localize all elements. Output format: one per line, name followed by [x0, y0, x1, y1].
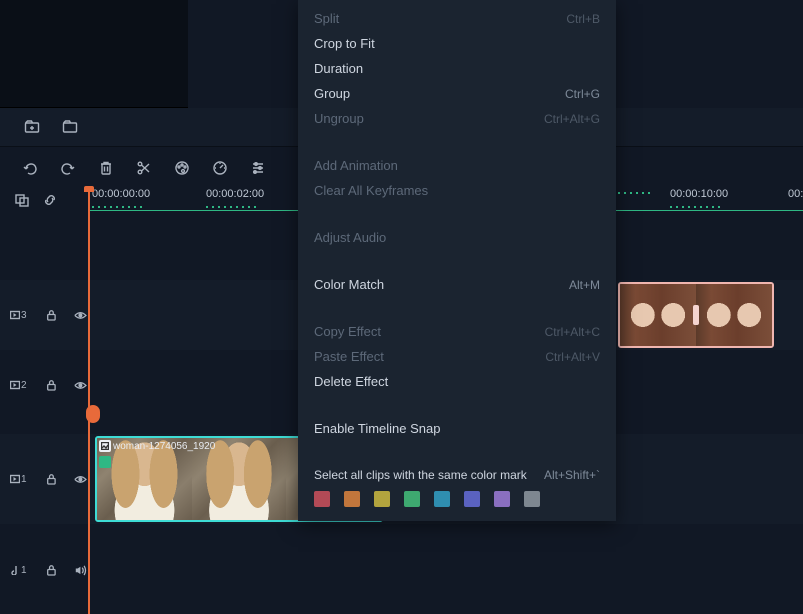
- color-swatch[interactable]: [464, 491, 480, 507]
- delete-icon[interactable]: [98, 160, 114, 176]
- ruler-tick: 00:00:10:00: [670, 188, 728, 200]
- playhead-handle[interactable]: [86, 405, 100, 423]
- context-menu: SplitCtrl+B Crop to Fit Duration GroupCt…: [298, 0, 616, 521]
- timeline-clip[interactable]: [618, 282, 774, 348]
- audio-track-1[interactable]: 1: [0, 542, 803, 598]
- folder-icon[interactable]: [62, 119, 78, 135]
- adjust-icon[interactable]: [250, 160, 266, 176]
- add-folder-icon[interactable]: [24, 119, 40, 135]
- ruler-tick: 00:00:02:00: [206, 188, 264, 200]
- color-swatch[interactable]: [524, 491, 540, 507]
- menu-group[interactable]: GroupCtrl+G: [298, 81, 616, 106]
- track-label: 2: [10, 380, 30, 391]
- clip-effect-badge: [99, 456, 111, 468]
- menu-timeline-snap[interactable]: Enable Timeline Snap: [298, 416, 616, 441]
- menu-delete-effect[interactable]: Delete Effect: [298, 369, 616, 394]
- speed-icon[interactable]: [212, 160, 228, 176]
- lock-icon[interactable]: [44, 377, 59, 393]
- color-icon[interactable]: [174, 160, 190, 176]
- eye-icon[interactable]: [73, 471, 88, 487]
- link-icon[interactable]: [42, 192, 58, 208]
- ruler-tick: 00:00:00:00: [92, 188, 150, 200]
- lock-icon[interactable]: [44, 471, 59, 487]
- playhead[interactable]: [88, 188, 90, 614]
- menu-select-by-color[interactable]: Select all clips with the same color mar…: [298, 463, 616, 487]
- color-swatch[interactable]: [494, 491, 510, 507]
- redo-icon[interactable]: [60, 160, 76, 176]
- menu-copy-effect: Copy EffectCtrl+Alt+C: [298, 319, 616, 344]
- lock-icon[interactable]: [44, 562, 59, 578]
- undo-icon[interactable]: [22, 160, 38, 176]
- image-icon: [99, 440, 111, 452]
- clip-trim-handle[interactable]: [693, 305, 699, 325]
- menu-ungroup: UngroupCtrl+Alt+G: [298, 106, 616, 131]
- color-swatch[interactable]: [404, 491, 420, 507]
- menu-split: SplitCtrl+B: [298, 6, 616, 31]
- split-icon[interactable]: [136, 160, 152, 176]
- menu-adjust-audio: Adjust Audio: [298, 225, 616, 250]
- color-swatch[interactable]: [374, 491, 390, 507]
- clip-title: woman-1274056_1920: [99, 440, 215, 452]
- track-label: 1: [10, 474, 30, 485]
- track-label: 3: [10, 310, 30, 321]
- speaker-icon[interactable]: [73, 562, 88, 578]
- match-frame-icon[interactable]: [14, 192, 30, 208]
- color-swatch[interactable]: [344, 491, 360, 507]
- lock-icon[interactable]: [44, 307, 59, 323]
- eye-icon[interactable]: [73, 377, 88, 393]
- menu-add-animation: Add Animation: [298, 153, 616, 178]
- color-mark-swatches: [298, 487, 616, 509]
- menu-crop-to-fit[interactable]: Crop to Fit: [298, 31, 616, 56]
- ruler-tick: 00:: [788, 188, 803, 200]
- eye-icon[interactable]: [73, 307, 88, 323]
- preview-panel: [0, 0, 188, 108]
- menu-clear-keyframes: Clear All Keyframes: [298, 178, 616, 203]
- track-label: 1: [10, 565, 30, 576]
- menu-duration[interactable]: Duration: [298, 56, 616, 81]
- color-swatch[interactable]: [434, 491, 450, 507]
- menu-color-match[interactable]: Color MatchAlt+M: [298, 272, 616, 297]
- color-swatch[interactable]: [314, 491, 330, 507]
- menu-paste-effect: Paste EffectCtrl+Alt+V: [298, 344, 616, 369]
